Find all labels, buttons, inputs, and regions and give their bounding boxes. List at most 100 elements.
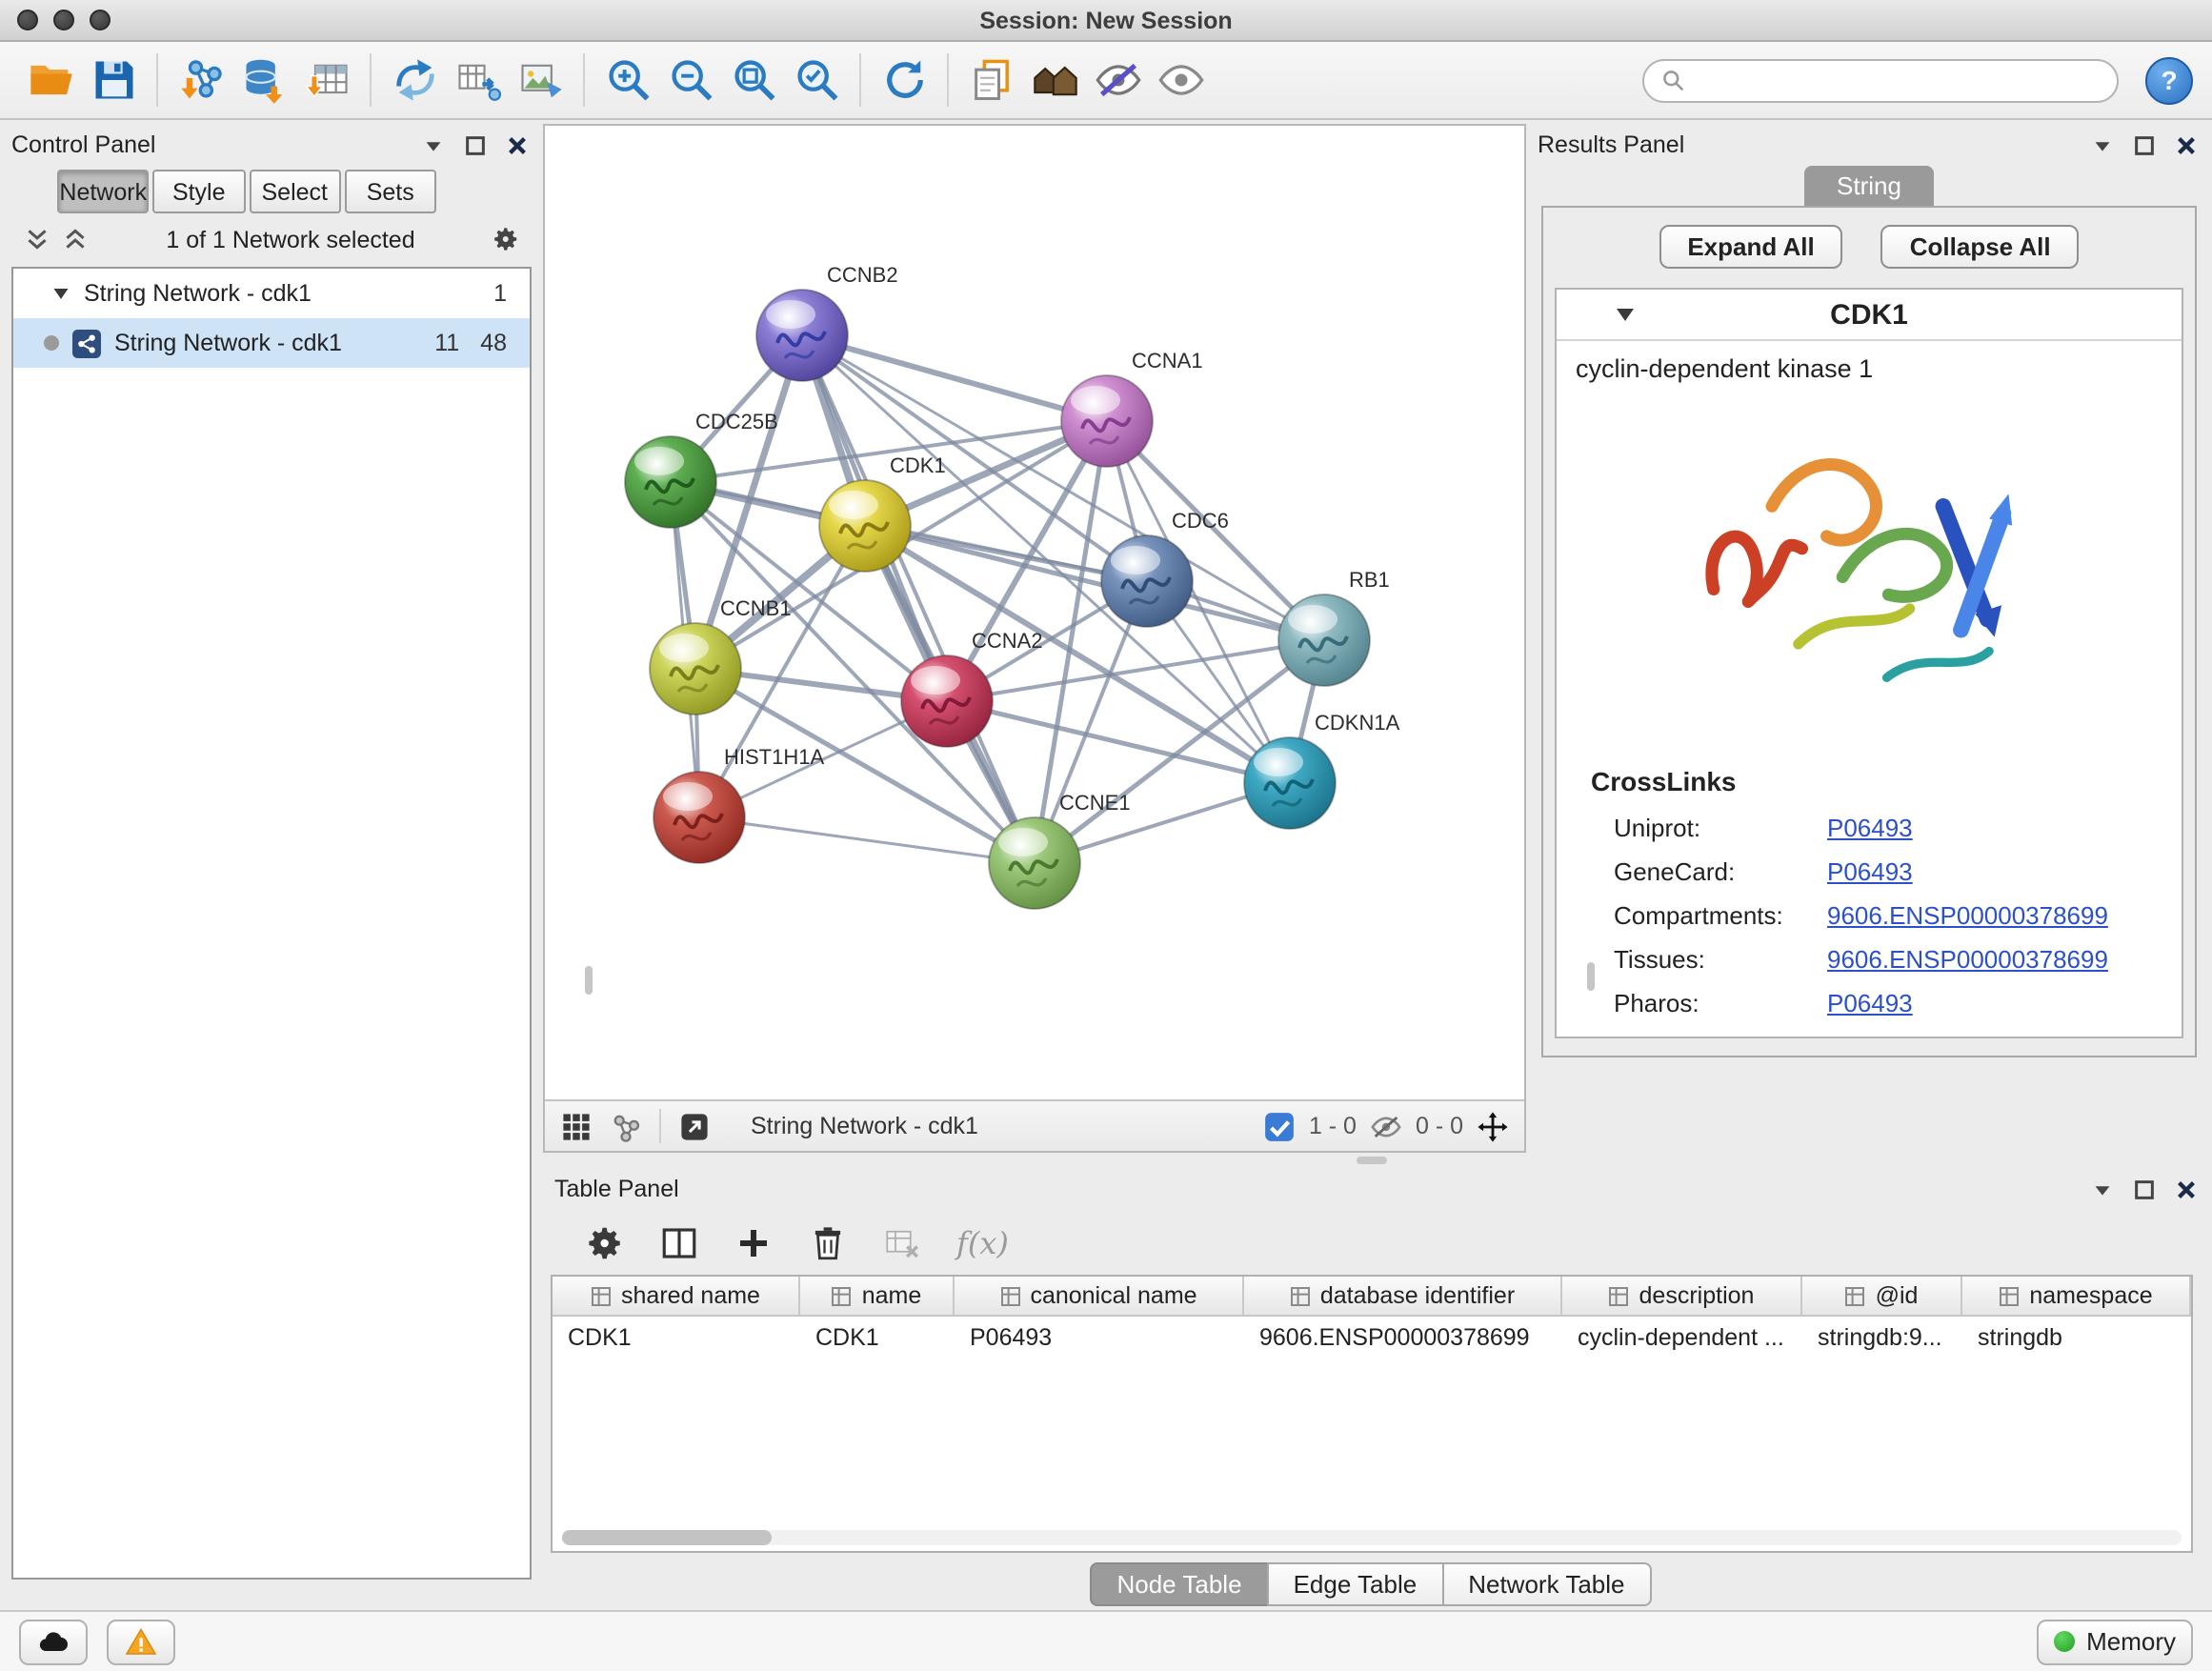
close-window-button[interactable] — [17, 10, 38, 30]
zoom-selected-button[interactable] — [785, 49, 848, 111]
float-panel-button[interactable] — [2088, 131, 2117, 159]
table-cell[interactable]: 9606.ENSP00000378699 — [1244, 1317, 1562, 1357]
minimize-window-button[interactable] — [53, 10, 74, 30]
network-graph[interactable]: CCNB2CCNA1CDC25BCDK1CDC6RB1CCNB1CCNA2CDK… — [545, 126, 1524, 1099]
float-panel-button[interactable] — [2088, 1175, 2117, 1203]
table-cell[interactable]: CDK1 — [553, 1317, 800, 1357]
column-header[interactable]: canonical name — [955, 1277, 1244, 1315]
selected-checkbox-icon[interactable] — [1263, 1110, 1296, 1142]
network-from-table-button[interactable] — [446, 49, 509, 111]
home-view-button[interactable] — [1023, 49, 1086, 111]
network-node-hist1h1a[interactable]: HIST1H1A — [654, 745, 824, 863]
tab-style[interactable]: Style — [153, 170, 246, 213]
network-canvas[interactable]: CCNB2CCNA1CDC25BCDK1CDC6RB1CCNB1CCNA2CDK… — [545, 126, 1524, 1099]
table-cell[interactable]: CDK1 — [800, 1317, 955, 1357]
column-header[interactable]: @id — [1802, 1277, 1962, 1315]
network-node-cdc6[interactable]: CDC6 — [1101, 509, 1229, 627]
warnings-button[interactable] — [107, 1619, 175, 1664]
scrollbar-thumb[interactable] — [562, 1530, 772, 1545]
tab-sets[interactable]: Sets — [345, 170, 437, 213]
collapse-section-icon[interactable] — [1614, 303, 1637, 326]
close-panel-button[interactable] — [503, 131, 532, 159]
table-cell[interactable]: cyclin-dependent ... — [1562, 1317, 1802, 1357]
table-cell[interactable]: P06493 — [955, 1317, 1244, 1357]
zoom-fit-button[interactable] — [722, 49, 785, 111]
maximize-panel-button[interactable] — [2130, 1175, 2159, 1203]
clone-network-button[interactable] — [383, 49, 446, 111]
tab-network-table[interactable]: Network Table — [1441, 1562, 1651, 1606]
crosslink-link[interactable]: P06493 — [1827, 857, 1920, 886]
zoom-out-button[interactable] — [659, 49, 722, 111]
network-edge[interactable] — [947, 701, 1290, 783]
import-network-file-button[interactable] — [170, 49, 232, 111]
hidden-eye-slash-icon[interactable] — [1370, 1110, 1402, 1142]
network-overview-icon[interactable] — [610, 1110, 642, 1142]
float-panel-button[interactable] — [419, 131, 448, 159]
delete-column-icon[interactable] — [808, 1222, 848, 1262]
column-header[interactable]: description — [1562, 1277, 1802, 1315]
maximize-panel-button[interactable] — [2130, 131, 2159, 159]
expand-all-button[interactable]: Expand All — [1659, 225, 1842, 269]
close-panel-button[interactable] — [2172, 131, 2201, 159]
open-external-icon[interactable] — [678, 1110, 711, 1142]
import-table-button[interactable] — [295, 49, 358, 111]
collapse-all-icon[interactable] — [23, 225, 51, 253]
import-network-database-button[interactable] — [232, 49, 295, 111]
splitter-handle[interactable] — [1587, 962, 1595, 991]
collapse-all-button[interactable]: Collapse All — [1881, 225, 2080, 269]
column-header[interactable]: name — [800, 1277, 955, 1315]
pan-move-icon[interactable] — [1477, 1110, 1509, 1142]
zoom-in-button[interactable] — [596, 49, 659, 111]
tab-network[interactable]: Network — [57, 170, 150, 213]
column-header[interactable]: shared name — [553, 1277, 800, 1315]
column-header[interactable]: namespace — [1962, 1277, 2191, 1315]
table-settings-gear-icon[interactable] — [585, 1222, 625, 1262]
splitter-handle[interactable] — [585, 966, 593, 995]
crosslink-link[interactable]: P06493 — [1827, 989, 1920, 1017]
expand-all-icon[interactable] — [61, 225, 90, 253]
show-columns-icon[interactable] — [659, 1222, 699, 1262]
tab-node-table[interactable]: Node Table — [1090, 1562, 1268, 1606]
network-row[interactable]: String Network - cdk1 11 48 — [13, 318, 530, 368]
show-all-button[interactable] — [1149, 49, 1212, 111]
zoom-window-button[interactable] — [90, 10, 111, 30]
table-cell[interactable]: stringdb — [1962, 1317, 2191, 1357]
network-edge[interactable] — [802, 335, 1035, 863]
network-node-label: CCNB1 — [720, 596, 792, 620]
crosslink-link[interactable]: P06493 — [1827, 814, 1920, 842]
column-header[interactable]: database identifier — [1244, 1277, 1562, 1315]
copy-annotation-button[interactable] — [960, 49, 1023, 111]
cloud-status-button[interactable] — [19, 1619, 88, 1664]
crosslink-link[interactable]: 9606.ENSP00000378699 — [1827, 945, 2116, 974]
gear-icon[interactable] — [492, 225, 520, 253]
birds-eye-view-icon[interactable] — [560, 1110, 593, 1142]
refresh-button[interactable] — [873, 49, 935, 111]
network-edge[interactable] — [699, 817, 1035, 863]
memory-button[interactable]: Memory — [2037, 1619, 2193, 1664]
maximize-panel-button[interactable] — [461, 131, 490, 159]
save-icon — [89, 55, 138, 105]
help-button[interactable]: ? — [2145, 56, 2193, 104]
tab-edge-table[interactable]: Edge Table — [1267, 1562, 1444, 1606]
tree-expand-icon[interactable] — [51, 284, 70, 303]
close-panel-button[interactable] — [2172, 1175, 2201, 1203]
table-cell[interactable]: stringdb:9... — [1802, 1317, 1962, 1357]
network-node-ccna1[interactable]: CCNA1 — [1061, 349, 1203, 467]
tab-string[interactable]: String — [1804, 166, 1934, 206]
export-image-button[interactable] — [509, 49, 572, 111]
search-input[interactable] — [1696, 67, 2100, 93]
network-node-cdkn1a[interactable]: CDKN1A — [1244, 711, 1400, 829]
crosslink-link[interactable]: 9606.ENSP00000378699 — [1827, 901, 2116, 930]
open-session-button[interactable] — [19, 49, 82, 111]
horizontal-splitter[interactable] — [543, 1153, 2201, 1168]
network-node-rb1[interactable]: RB1 — [1278, 568, 1390, 686]
protein-card-header[interactable]: CDK1 — [1557, 290, 2182, 341]
network-node-cdk1[interactable]: CDK1 — [819, 453, 946, 572]
hide-selected-button[interactable] — [1086, 49, 1149, 111]
network-node-ccnb1[interactable]: CCNB1 — [650, 596, 792, 715]
network-node-ccnb2[interactable]: CCNB2 — [756, 263, 898, 381]
save-session-button[interactable] — [82, 49, 145, 111]
tab-select[interactable]: Select — [249, 170, 341, 213]
network-collection-row[interactable]: String Network - cdk1 1 — [13, 269, 530, 318]
add-column-icon[interactable] — [734, 1222, 774, 1262]
